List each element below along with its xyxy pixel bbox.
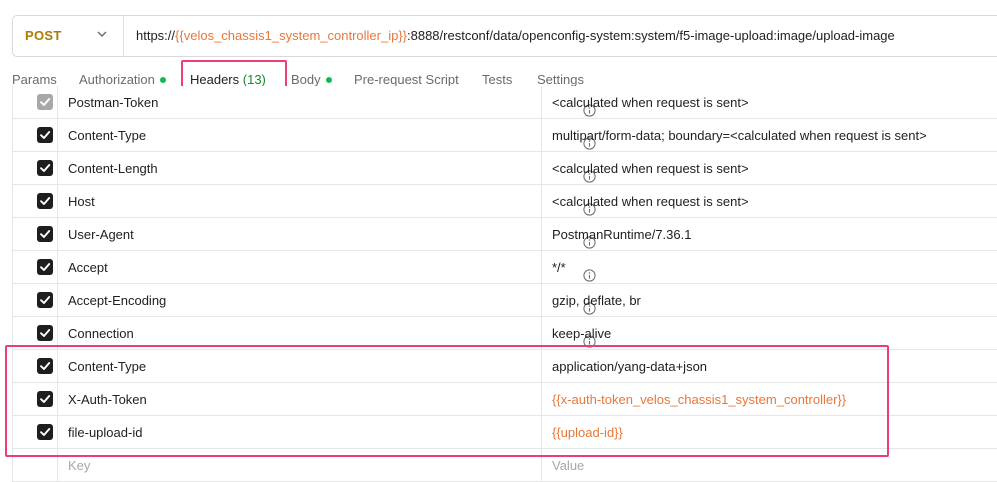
url-variable: {{velos_chassis1_system_controller_ip}} — [175, 28, 407, 43]
header-value[interactable]: <calculated when request is sent> — [552, 185, 749, 218]
header-enabled-checkbox[interactable] — [37, 292, 53, 308]
header-row: Content-Length <calculated when request i… — [12, 152, 997, 185]
method-select[interactable]: POST — [25, 28, 62, 43]
header-value[interactable]: <calculated when request is sent> — [552, 152, 749, 185]
info-icon[interactable] — [583, 261, 596, 282]
header-value[interactable]: <calculated when request is sent> — [552, 86, 749, 119]
header-value[interactable]: multipart/form-data; boundary=<calculate… — [552, 119, 927, 152]
header-key-cell[interactable]: Content-Type — [68, 119, 596, 151]
header-key: Content-Length — [68, 161, 158, 176]
header-row: User-Agent PostmanRuntime/7.36.1 — [12, 218, 997, 251]
tab-settings[interactable]: Settings — [537, 72, 584, 87]
header-enabled-checkbox[interactable] — [37, 193, 53, 209]
header-key-cell[interactable]: Accept — [68, 251, 596, 283]
header-enabled-checkbox — [37, 94, 53, 110]
header-key-cell[interactable]: Postman-Token — [68, 86, 596, 118]
checkbox-cell — [12, 119, 58, 151]
header-key-cell[interactable]: User-Agent — [68, 218, 596, 250]
checkbox-cell — [12, 284, 58, 316]
method-divider — [123, 16, 124, 56]
header-enabled-checkbox[interactable] — [37, 259, 53, 275]
header-value[interactable]: gzip, deflate, br — [552, 284, 641, 317]
header-key: Accept-Encoding — [68, 293, 167, 308]
header-row: Content-Type multipart/form-data; boundar… — [12, 119, 997, 152]
header-row: Accept */* — [12, 251, 997, 284]
url-suffix: :8888/restconf/data/openconfig-system:sy… — [407, 28, 895, 43]
highlight-custom-headers — [5, 345, 889, 457]
header-key-cell[interactable]: Host — [68, 185, 596, 217]
header-value[interactable]: */* — [552, 251, 566, 284]
header-key: User-Agent — [68, 227, 134, 242]
status-dot-icon — [325, 76, 332, 83]
header-key-cell[interactable]: Content-Length — [68, 152, 596, 184]
tab-authorization[interactable]: Authorization — [79, 72, 166, 87]
header-row: Host <calculated when request is sent> — [12, 185, 997, 218]
header-key: Accept — [68, 260, 108, 275]
checkbox-cell — [12, 251, 58, 283]
header-value[interactable]: PostmanRuntime/7.36.1 — [552, 218, 691, 251]
header-enabled-checkbox[interactable] — [37, 160, 53, 176]
url-input[interactable]: https://{{velos_chassis1_system_controll… — [136, 28, 895, 43]
checkbox-cell — [12, 218, 58, 250]
checkbox-cell — [12, 86, 58, 118]
header-enabled-checkbox[interactable] — [37, 325, 53, 341]
header-enabled-checkbox[interactable] — [37, 127, 53, 143]
header-row: Accept-Encoding gzip, deflate, br — [12, 284, 997, 317]
header-key: Host — [68, 194, 95, 209]
chevron-down-icon[interactable] — [96, 28, 108, 40]
tab-prerequest-script[interactable]: Pre-request Script — [354, 72, 459, 87]
checkbox-cell — [12, 152, 58, 184]
tab-tests[interactable]: Tests — [482, 72, 512, 87]
tab-params[interactable]: Params — [12, 72, 57, 87]
request-url-bar: POST https://{{velos_chassis1_system_con… — [12, 15, 997, 57]
header-key-cell[interactable]: Accept-Encoding — [68, 284, 596, 316]
header-key: Content-Type — [68, 128, 147, 143]
checkbox-cell — [12, 185, 58, 217]
url-prefix: https:// — [136, 28, 176, 43]
header-enabled-checkbox[interactable] — [37, 226, 53, 242]
header-key: Postman-Token — [68, 95, 159, 110]
tab-authorization-label: Authorization — [79, 72, 155, 87]
header-row: Postman-Token <calculated when request is… — [12, 86, 997, 119]
status-dot-icon — [159, 76, 166, 83]
tab-body[interactable]: Body — [291, 72, 332, 87]
tab-body-label: Body — [291, 72, 321, 87]
